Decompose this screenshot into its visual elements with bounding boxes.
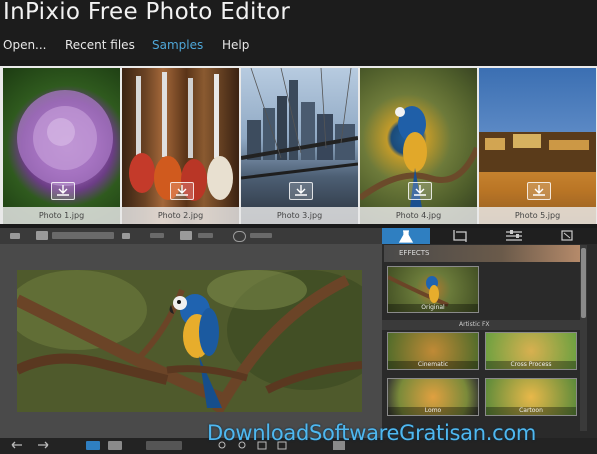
panel-tabs — [382, 228, 597, 244]
fx-label: Cinematic — [388, 361, 478, 369]
save-label-button[interactable] — [198, 233, 213, 238]
samples-strip: Photo 1.jpg Photo 2.jpg Photo 3.jpg Phot… — [0, 66, 597, 224]
menu-bar: Open... Recent files Samples Help — [0, 30, 597, 60]
effects-label: EFFECTS — [399, 249, 430, 257]
fx-label: Cartoon — [486, 407, 576, 415]
history-arrows-icon[interactable] — [10, 441, 50, 450]
sample-caption: Photo 4.jpg — [360, 207, 477, 224]
sample-photo-3[interactable]: Photo 3.jpg — [241, 68, 358, 224]
sample-photo-2[interactable]: Photo 2.jpg — [122, 68, 239, 224]
parrot-image — [360, 106, 477, 208]
frame-icon — [561, 230, 573, 241]
original-label: Original — [388, 304, 478, 312]
app-title: InPixio Free Photo Editor — [3, 0, 291, 25]
guitars-image — [129, 72, 233, 201]
city-bridge-image — [241, 68, 358, 180]
artistic-label: Artistic FX — [459, 321, 490, 328]
edited-photo[interactable] — [17, 270, 362, 412]
compare-button[interactable] — [86, 441, 100, 450]
tab-frame[interactable] — [544, 228, 592, 244]
sliders-icon — [506, 230, 522, 241]
download-icon[interactable] — [288, 182, 313, 200]
open-button[interactable] — [52, 232, 114, 239]
share-icon[interactable] — [233, 231, 246, 242]
sample-photo-1[interactable]: Photo 1.jpg — [3, 68, 120, 224]
scrollbar-thumb[interactable] — [581, 248, 586, 318]
sample-caption: Photo 3.jpg — [241, 207, 358, 224]
menu-open[interactable]: Open... — [3, 38, 47, 52]
fx-lomo[interactable]: Lomo — [387, 378, 479, 416]
menu-samples[interactable]: Samples — [152, 38, 203, 52]
artistic-fx-header[interactable]: Artistic FX — [382, 320, 580, 330]
sample-photo-5[interactable]: Photo 5.jpg — [479, 68, 596, 224]
title-bar: InPixio Free Photo Editor — [0, 0, 597, 30]
menu-icon[interactable] — [10, 233, 20, 239]
download-icon[interactable] — [169, 182, 194, 200]
flask-icon — [398, 230, 414, 243]
fx-label: Lomo — [388, 407, 478, 415]
sample-caption: Photo 2.jpg — [122, 207, 239, 224]
tab-adjust[interactable] — [490, 228, 538, 244]
share-button[interactable] — [250, 233, 272, 238]
zoom-select[interactable] — [146, 441, 182, 450]
flower-image — [17, 90, 113, 186]
menu-recent-files[interactable]: Recent files — [65, 38, 135, 52]
download-icon[interactable] — [50, 182, 75, 200]
redo-button[interactable] — [150, 233, 164, 238]
view-mode-button[interactable] — [108, 441, 122, 450]
download-icon[interactable] — [407, 182, 432, 200]
menu-help[interactable]: Help — [222, 38, 249, 52]
night-city-image — [479, 132, 596, 224]
fx-cartoon[interactable]: Cartoon — [485, 378, 577, 416]
tab-crop[interactable] — [436, 228, 484, 244]
effects-header[interactable]: EFFECTS — [384, 245, 580, 262]
fx-cinematic[interactable]: Cinematic — [387, 332, 479, 370]
effects-panel: EFFECTS Original Artistic FX Cinematic C… — [382, 228, 597, 438]
sample-caption: Photo 5.jpg — [479, 207, 596, 224]
watermark-text: DownloadSoftwareGratisan.com — [207, 421, 537, 445]
editor-toolbar — [0, 228, 382, 244]
fx-cross-process[interactable]: Cross Process — [485, 332, 577, 370]
original-thumbnail[interactable]: Original — [387, 266, 479, 313]
panel-scrollbar[interactable] — [580, 245, 587, 431]
undo-icon[interactable] — [122, 233, 130, 239]
tab-effects[interactable] — [382, 228, 430, 244]
crop-icon — [453, 230, 467, 242]
download-icon[interactable] — [526, 182, 551, 200]
save-file-icon[interactable] — [180, 231, 192, 240]
editor-canvas[interactable] — [0, 244, 382, 438]
sample-photo-4[interactable]: Photo 4.jpg — [360, 68, 477, 224]
fx-label: Cross Process — [486, 361, 576, 369]
sample-caption: Photo 1.jpg — [3, 207, 120, 224]
save-icon[interactable] — [36, 231, 48, 240]
parrot-photo — [17, 270, 362, 412]
